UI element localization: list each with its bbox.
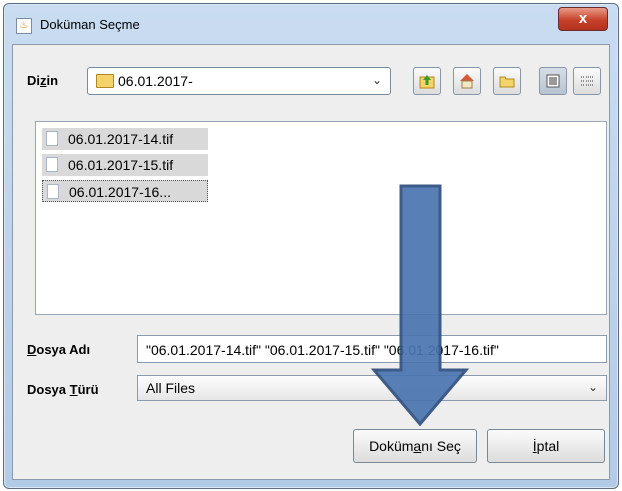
- file-name: 06.01.2017-15.tif: [68, 157, 174, 173]
- list-item[interactable]: 06.01.2017-16...: [42, 180, 208, 202]
- list-item[interactable]: 06.01.2017-15.tif: [42, 154, 208, 176]
- directory-label: Dizin: [27, 73, 59, 88]
- details-view-button[interactable]: [573, 67, 601, 95]
- file-icon: [46, 131, 58, 146]
- new-folder-icon: [499, 76, 515, 88]
- list-item[interactable]: 06.01.2017-14.tif: [42, 128, 208, 150]
- select-document-button[interactable]: Dokümanı Seç: [353, 429, 477, 463]
- java-app-icon: ♨: [16, 18, 32, 34]
- filetype-label: Dosya Türü: [27, 382, 99, 397]
- chevron-down-icon: ⌄: [587, 380, 598, 394]
- home-button[interactable]: [453, 67, 481, 95]
- directory-value: 06.01.2017-: [118, 73, 193, 89]
- up-folder-button[interactable]: [413, 67, 441, 95]
- file-icon: [47, 184, 59, 199]
- list-view-icon: [546, 74, 560, 88]
- chevron-down-icon: ⌄: [371, 73, 382, 87]
- file-icon: [46, 157, 58, 172]
- title-bar[interactable]: ♨ Doküman Seçme x: [4, 4, 618, 44]
- filename-input[interactable]: "06.01.2017-14.tif" "06.01.2017-15.tif" …: [137, 335, 607, 363]
- file-list[interactable]: 06.01.2017-14.tif 06.01.2017-15.tif 06.0…: [35, 121, 607, 315]
- new-folder-button[interactable]: [493, 67, 521, 95]
- directory-combo[interactable]: 06.01.2017- ⌄: [87, 67, 391, 95]
- filetype-value: All Files: [146, 380, 196, 396]
- folder-icon: [96, 74, 114, 88]
- filetype-combo[interactable]: All Files ⌄: [137, 375, 607, 401]
- home-icon: [460, 74, 474, 89]
- details-view-icon: [581, 76, 593, 86]
- up-folder-icon: [419, 75, 435, 89]
- filename-label: Dosya Adı: [27, 342, 91, 357]
- file-name: 06.01.2017-16...: [69, 184, 171, 200]
- dialog-content: Dizin 06.01.2017- ⌄ 06.01.2017-14.tif 06…: [12, 44, 610, 480]
- window-title: Doküman Seçme: [40, 17, 140, 32]
- list-view-button[interactable]: [539, 67, 567, 95]
- file-name: 06.01.2017-14.tif: [68, 131, 174, 147]
- close-button[interactable]: x: [558, 7, 608, 31]
- cancel-button[interactable]: İptal: [487, 429, 605, 463]
- file-chooser-window: ♨ Doküman Seçme x Dizin 06.01.2017- ⌄ 06…: [3, 3, 619, 489]
